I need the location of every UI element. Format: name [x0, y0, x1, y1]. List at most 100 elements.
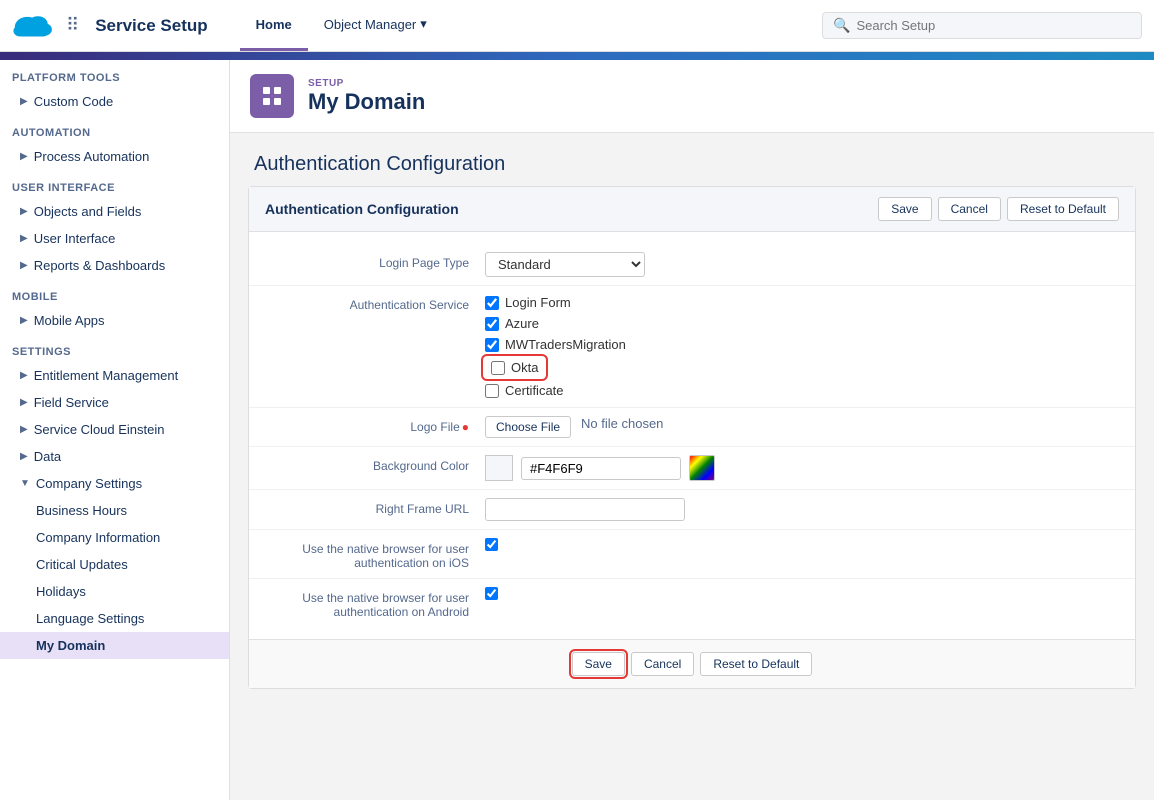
nav-tab-object-manager[interactable]: Object Manager ▾ — [308, 0, 443, 51]
auth-azure-row: Azure — [485, 315, 1119, 332]
color-picker-button[interactable] — [689, 455, 715, 481]
auth-mwtradmig-label: MWTradersMigration — [505, 337, 626, 352]
sidebar-item-language-settings[interactable]: Language Settings — [0, 605, 229, 632]
auth-okta-checkbox[interactable] — [491, 361, 505, 375]
mobile-header: MOBILE — [0, 279, 229, 307]
auth-okta-label: Okta — [511, 360, 538, 375]
salesforce-logo — [12, 10, 54, 42]
sidebar-item-business-hours[interactable]: Business Hours — [0, 497, 229, 524]
page-header-text: SETUP My Domain — [308, 78, 425, 115]
auth-mwtradmig-checkbox[interactable] — [485, 338, 499, 352]
ios-checkbox[interactable] — [485, 538, 498, 551]
color-preview-box — [485, 455, 513, 481]
bg-color-label: Background Color — [265, 455, 485, 473]
user-interface-header: USER INTERFACE — [0, 170, 229, 198]
sidebar-item-label: Reports & Dashboards — [34, 258, 166, 273]
right-frame-url-control — [485, 498, 1119, 521]
top-bar: ⠿ Service Setup Home Object Manager ▾ 🔍 — [0, 0, 1154, 52]
sidebar-item-label: Company Information — [36, 530, 160, 545]
app-grid-icon[interactable]: ⠿ — [66, 15, 79, 36]
sidebar-item-mobile-apps[interactable]: ▶ Mobile Apps — [0, 307, 229, 334]
login-page-type-control: Standard Custom — [485, 252, 1119, 277]
okta-highlighted-box: Okta — [485, 358, 544, 377]
chevron-down-icon: ▼ — [20, 478, 30, 489]
nav-tab-home[interactable]: Home — [240, 0, 308, 51]
content-area: SETUP My Domain Authentication Configura… — [230, 60, 1154, 800]
sidebar-item-label: Company Settings — [36, 476, 142, 491]
sidebar-item-service-cloud-einstein[interactable]: ▶ Service Cloud Einstein — [0, 416, 229, 443]
sidebar-item-label: Process Automation — [34, 149, 150, 164]
android-checkbox[interactable] — [485, 587, 498, 600]
sidebar-item-critical-updates[interactable]: Critical Updates — [0, 551, 229, 578]
auth-certificate-row: Certificate — [485, 382, 1119, 399]
right-frame-url-input[interactable] — [485, 498, 685, 521]
form-body: Login Page Type Standard Custom Authenti… — [249, 232, 1135, 639]
sidebar-item-my-domain[interactable]: My Domain — [0, 632, 229, 659]
bg-color-input[interactable] — [521, 457, 681, 480]
auth-login-form-checkbox[interactable] — [485, 296, 499, 310]
section-title: Authentication Configuration — [230, 133, 1154, 186]
sidebar-item-data[interactable]: ▶ Data — [0, 443, 229, 470]
cancel-button-bottom[interactable]: Cancel — [631, 652, 694, 676]
form-card-title: Authentication Configuration — [265, 201, 459, 217]
login-page-type-row: Login Page Type Standard Custom — [249, 244, 1135, 286]
sidebar-item-label: Entitlement Management — [34, 368, 179, 383]
logo-file-row: Logo File● Choose File No file chosen — [249, 408, 1135, 447]
form-card: Authentication Configuration Save Cancel… — [248, 186, 1136, 689]
sidebar-item-process-automation[interactable]: ▶ Process Automation — [0, 143, 229, 170]
cancel-button-top[interactable]: Cancel — [938, 197, 1001, 221]
sidebar-item-field-service[interactable]: ▶ Field Service — [0, 389, 229, 416]
settings-header: SETTINGS — [0, 334, 229, 362]
sidebar-item-reports-dashboards[interactable]: ▶ Reports & Dashboards — [0, 252, 229, 279]
sidebar-item-label: Business Hours — [36, 503, 127, 518]
choose-file-button[interactable]: Choose File — [485, 416, 571, 438]
sidebar-item-label: Holidays — [36, 584, 86, 599]
sidebar-item-label: User Interface — [34, 231, 116, 246]
chevron-icon: ▶ — [20, 397, 28, 408]
auth-certificate-checkbox[interactable] — [485, 384, 499, 398]
auth-login-form-row: Login Form — [485, 294, 1119, 311]
sidebar-item-company-information[interactable]: Company Information — [0, 524, 229, 551]
bg-color-row: Background Color — [249, 447, 1135, 490]
sidebar-item-entitlement-management[interactable]: ▶ Entitlement Management — [0, 362, 229, 389]
sidebar-item-custom-code[interactable]: ▶ Custom Code — [0, 88, 229, 115]
reset-button-top[interactable]: Reset to Default — [1007, 197, 1119, 221]
save-button-bottom[interactable]: Save — [572, 652, 625, 676]
ios-row: Use the native browser for user authenti… — [249, 530, 1135, 579]
top-btn-group: Save Cancel Reset to Default — [878, 197, 1119, 221]
sidebar-item-label: Custom Code — [34, 94, 113, 109]
auth-azure-label: Azure — [505, 316, 539, 331]
page-title: My Domain — [308, 89, 425, 115]
sidebar-item-label: Objects and Fields — [34, 204, 142, 219]
search-input[interactable] — [856, 18, 1131, 33]
sidebar-item-objects-and-fields[interactable]: ▶ Objects and Fields — [0, 198, 229, 225]
no-file-text: No file chosen — [581, 416, 663, 431]
right-frame-url-row: Right Frame URL — [249, 490, 1135, 530]
search-bar: 🔍 — [822, 12, 1142, 39]
app-name: Service Setup — [95, 16, 207, 36]
ios-label: Use the native browser for user authenti… — [265, 538, 485, 570]
auth-azure-checkbox[interactable] — [485, 317, 499, 331]
sidebar-item-holidays[interactable]: Holidays — [0, 578, 229, 605]
chevron-icon: ▶ — [20, 424, 28, 435]
sidebar-item-company-settings[interactable]: ▼ Company Settings — [0, 470, 229, 497]
sidebar-item-label: Data — [34, 449, 61, 464]
auth-service-label: Authentication Service — [265, 294, 485, 312]
save-button-top[interactable]: Save — [878, 197, 931, 221]
nav-tabs: Home Object Manager ▾ — [240, 0, 443, 51]
logo-file-control: Choose File No file chosen — [485, 416, 1119, 438]
chevron-down-icon: ▾ — [420, 16, 427, 32]
sidebar-item-label: Mobile Apps — [34, 313, 105, 328]
login-page-type-select[interactable]: Standard Custom — [485, 252, 645, 277]
sidebar-item-label: Field Service — [34, 395, 109, 410]
header-strip — [0, 52, 1154, 60]
chevron-icon: ▶ — [20, 96, 28, 107]
auth-service-control: Login Form Azure MWTradersMigration — [485, 294, 1119, 399]
chevron-icon: ▶ — [20, 370, 28, 381]
form-card-header: Authentication Configuration Save Cancel… — [249, 187, 1135, 232]
reset-button-bottom[interactable]: Reset to Default — [700, 652, 812, 676]
right-frame-url-label: Right Frame URL — [265, 498, 485, 516]
bg-color-control — [485, 455, 1119, 481]
sidebar-item-user-interface[interactable]: ▶ User Interface — [0, 225, 229, 252]
sidebar-item-label: My Domain — [36, 638, 105, 653]
